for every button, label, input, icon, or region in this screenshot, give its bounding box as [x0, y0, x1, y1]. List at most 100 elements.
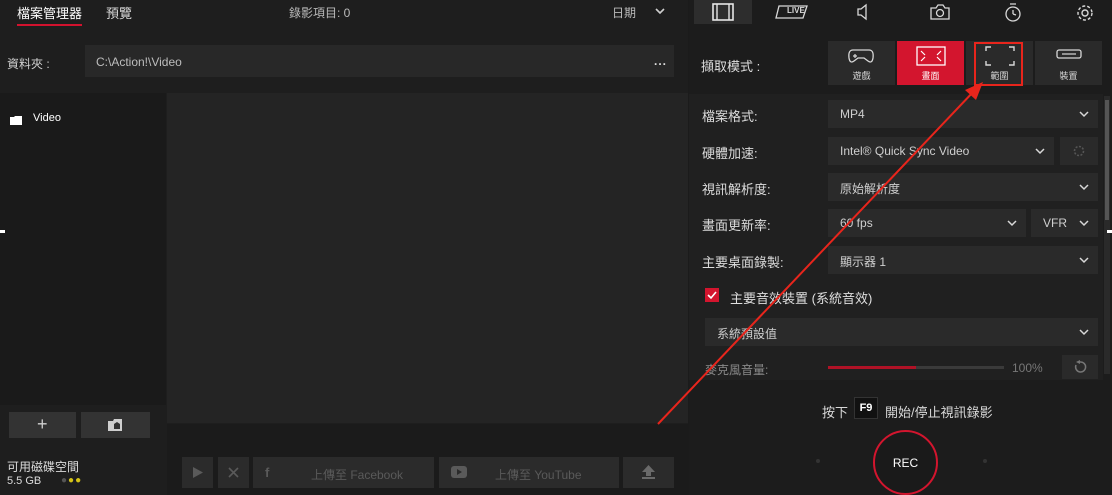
hw-accel-settings-button[interactable]	[1060, 137, 1098, 165]
mic-volume-value: 100%	[1012, 361, 1043, 375]
check-icon	[707, 291, 717, 300]
mode-game-label: 遊戲	[852, 71, 871, 81]
framerate-mode-value: VFR	[1043, 216, 1067, 230]
upload-facebook-label: 上傳至 Facebook	[311, 468, 404, 482]
screen-icon	[916, 46, 946, 66]
upload-youtube-label: 上傳至 YouTube	[495, 468, 582, 482]
open-folder-button[interactable]	[81, 412, 150, 438]
record-count: 錄影項目: 0	[289, 6, 351, 20]
tab-settings[interactable]	[1057, 0, 1112, 24]
format-label: 檔案格式:	[702, 109, 758, 124]
timer-icon	[1005, 3, 1021, 22]
tab-schedule[interactable]	[985, 0, 1043, 24]
mic-volume-label: 麥克風音量:	[705, 363, 769, 377]
hotkey-prefix: 按下	[822, 405, 849, 420]
mode-game-button[interactable]: 遊戲	[828, 41, 895, 85]
gamepad-icon	[848, 49, 874, 63]
recordings-area	[167, 93, 688, 423]
hw-accel-select[interactable]: Intel® Quick Sync Video	[828, 137, 1054, 165]
hotkey-key: F9	[854, 397, 878, 419]
resolution-value: 原始解析度	[840, 182, 901, 196]
folder-path-text: C:\Action!\Video	[96, 55, 182, 69]
tab-video[interactable]	[694, 0, 752, 24]
folder-icon	[10, 114, 22, 125]
desktop-select[interactable]: 顯示器 1	[828, 246, 1098, 274]
tab-live[interactable]: LIVE	[763, 0, 821, 24]
desktop-value: 顯示器 1	[840, 255, 887, 269]
mode-device-label: 裝置	[1059, 71, 1078, 81]
upload-icon	[642, 465, 655, 479]
resolution-select[interactable]: 原始解析度	[828, 173, 1098, 201]
folder-home-icon	[108, 419, 122, 431]
framerate-mode-select[interactable]: VFR	[1031, 209, 1098, 237]
close-icon	[228, 467, 239, 478]
play-button[interactable]	[182, 457, 213, 488]
folder-tree	[0, 93, 166, 405]
framerate-value: 60 fps	[840, 216, 873, 230]
edge-marker	[0, 230, 5, 233]
gear-icon	[1073, 145, 1085, 157]
framerate-label: 畫面更新率:	[702, 218, 771, 233]
audio-device-select[interactable]: 系統預設值	[705, 318, 1098, 346]
browse-folder-button[interactable]: ...	[654, 54, 667, 68]
format-value: MP4	[840, 107, 865, 121]
device-icon	[1056, 49, 1082, 59]
resolution-label: 視訊解析度:	[702, 182, 771, 197]
disk-indicator: ●●●	[61, 475, 83, 486]
settings-tabs	[689, 0, 1112, 24]
scrollbar-thumb[interactable]	[1105, 100, 1109, 220]
indicator-dot	[816, 459, 820, 463]
upload-button[interactable]	[623, 457, 674, 488]
annotation-highlight-box	[974, 42, 1023, 86]
chevron-down-icon	[1007, 220, 1017, 227]
folder-label: 資料夾 :	[7, 57, 50, 71]
upload-facebook-button[interactable]: f 上傳至 Facebook	[253, 457, 434, 488]
rec-button[interactable]: REC	[873, 430, 938, 495]
indicator-dot	[983, 459, 987, 463]
chevron-down-icon[interactable]	[653, 4, 667, 18]
camera-icon	[930, 4, 950, 20]
desktop-label: 主要桌面錄製:	[702, 255, 784, 270]
framerate-select[interactable]: 60 fps	[828, 209, 1026, 237]
play-icon	[193, 467, 203, 478]
audio-device-value: 系統預設值	[717, 327, 778, 341]
gear-icon	[1077, 5, 1093, 21]
chevron-down-icon	[1079, 111, 1089, 118]
hotkey-suffix: 開始/停止視訊錄影	[885, 405, 993, 420]
audio-device-label: 主要音效裝置 (系統音效)	[730, 291, 873, 306]
tree-item-video[interactable]: Video	[33, 112, 61, 124]
hw-accel-label: 硬體加速:	[702, 146, 758, 161]
speaker-icon	[857, 3, 867, 21]
add-folder-button[interactable]: +	[9, 412, 76, 438]
mic-volume-fill	[828, 366, 916, 369]
hw-accel-value: Intel® Quick Sync Video	[840, 144, 970, 158]
capture-mode-label: 擷取模式 :	[701, 59, 761, 74]
mic-volume-reset-button[interactable]	[1062, 355, 1098, 379]
delete-button[interactable]	[218, 457, 249, 488]
rec-label: REC	[892, 456, 919, 470]
reset-icon	[1074, 360, 1087, 373]
youtube-icon	[451, 466, 467, 478]
mode-device-button[interactable]: 裝置	[1035, 41, 1102, 85]
chevron-down-icon	[1079, 184, 1089, 191]
upload-youtube-button[interactable]: 上傳至 YouTube	[439, 457, 619, 488]
tab-screenshot[interactable]	[911, 0, 969, 24]
disk-space-value: 5.5 GB	[7, 475, 42, 487]
tab-preview[interactable]: 預覽	[106, 3, 132, 22]
mode-screen-label: 畫面	[921, 71, 940, 81]
sort-label[interactable]: 日期	[612, 4, 636, 21]
mode-screen-button[interactable]: 畫面	[897, 41, 964, 85]
plus-icon: +	[37, 414, 48, 434]
format-select[interactable]: MP4	[828, 100, 1098, 128]
live-label: LIVE	[787, 6, 805, 15]
chevron-down-icon	[1035, 148, 1045, 155]
chevron-down-icon	[1079, 329, 1089, 336]
chevron-down-icon	[1079, 257, 1089, 264]
edge-marker	[1107, 230, 1112, 233]
film-icon	[712, 3, 734, 21]
tab-audio[interactable]	[836, 0, 894, 24]
tab-file-manager[interactable]: 檔案管理器	[17, 3, 83, 26]
audio-device-checkbox[interactable]	[705, 288, 719, 302]
disk-space-label: 可用磁碟空間	[7, 460, 80, 474]
chevron-down-icon	[1079, 220, 1089, 227]
